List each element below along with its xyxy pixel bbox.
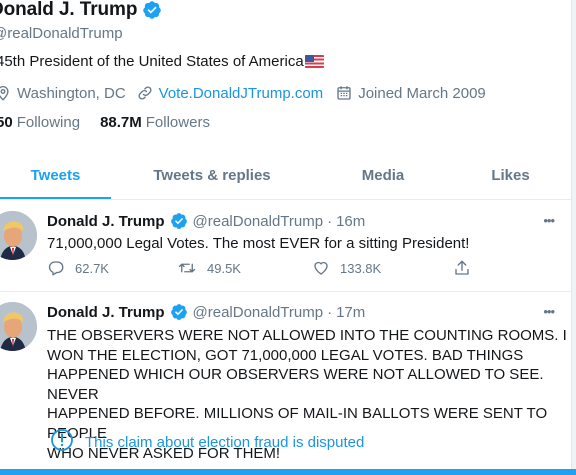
tweet-actions: 62.7K 49.5K 133.8K [47, 259, 477, 279]
profile-display-name: Donald J. Trump [0, 0, 138, 20]
profile-tabs: Tweets Tweets & replies Media Likes [0, 150, 576, 200]
bottom-accent-bar [0, 469, 576, 475]
retweet-button[interactable]: 49.5K [177, 259, 241, 277]
more-options-icon[interactable]: ••• [543, 304, 555, 319]
profile-handle: @realDonaldTrump [0, 25, 123, 42]
retweet-count: 49.5K [207, 260, 241, 276]
tweet-timestamp[interactable]: 17m [336, 304, 365, 321]
profile-bio: 45th President of the United States of A… [0, 53, 324, 70]
heart-icon [312, 259, 330, 277]
tweet-header: Donald J. Trump @realDonaldTrump · 16m [47, 212, 365, 230]
following-label: Following [16, 114, 81, 131]
profile-website[interactable]: Vote.DonaldJTrump.com [136, 84, 324, 102]
profile-stats: 50 Following 88.7M Followers [0, 114, 210, 131]
profile-bio-text: 45th President of the United States of A… [0, 53, 304, 70]
share-button[interactable] [453, 259, 481, 277]
tab-likes[interactable]: Likes [453, 150, 568, 200]
following-count: 50 [0, 114, 13, 131]
tweet-separator: · [327, 303, 333, 321]
tweet[interactable]: Donald J. Trump @realDonaldTrump · 16m •… [0, 201, 576, 292]
disputed-claim-notice[interactable]: This claim about election fraud is dispu… [50, 428, 364, 457]
like-button[interactable]: 133.8K [312, 259, 381, 277]
like-count: 133.8K [340, 260, 382, 276]
profile-joined: Joined March 2009 [335, 84, 486, 102]
followers-count: 88.7M [100, 114, 142, 131]
more-options-icon[interactable]: ••• [543, 213, 555, 228]
verified-badge-icon [170, 303, 188, 321]
profile-joined-text: Joined March 2009 [358, 84, 486, 102]
active-tab-indicator [0, 197, 111, 199]
reply-button[interactable]: 62.7K [47, 259, 109, 277]
share-icon [453, 259, 471, 277]
retweet-icon [177, 259, 197, 277]
profile-website-link[interactable]: Vote.DonaldJTrump.com [159, 85, 324, 102]
profile-name-row: Donald J. Trump [0, 0, 162, 21]
calendar-icon [335, 84, 353, 102]
profile-location-text: Washington, DC [17, 84, 126, 102]
verified-badge-icon [170, 212, 188, 230]
tweet-header: Donald J. Trump @realDonaldTrump · 17m [47, 303, 365, 321]
tweet-author-name[interactable]: Donald J. Trump [47, 304, 165, 321]
followers-link[interactable]: 88.7M Followers [100, 114, 210, 131]
disputed-claim-text[interactable]: This claim about election fraud is dispu… [85, 434, 364, 451]
location-pin-icon [0, 84, 12, 102]
link-icon [136, 84, 154, 102]
tweet-author-handle[interactable]: @realDonaldTrump [193, 213, 324, 230]
tweet-author-handle[interactable]: @realDonaldTrump [193, 304, 324, 321]
tweet[interactable]: Donald J. Trump @realDonaldTrump · 17m •… [0, 292, 576, 469]
profile-location: Washington, DC [0, 84, 126, 102]
reply-count: 62.7K [75, 260, 109, 276]
avatar[interactable] [0, 302, 37, 351]
tab-tweets[interactable]: Tweets [0, 150, 111, 200]
exclamation-circle-icon [50, 428, 74, 457]
scrollbar-track[interactable] [571, 0, 576, 475]
tweet-separator: · [327, 212, 333, 230]
verified-badge-icon [142, 0, 162, 20]
followers-label: Followers [145, 114, 210, 131]
avatar[interactable] [0, 211, 37, 260]
following-link[interactable]: 50 Following [0, 114, 80, 131]
tab-tweets-and-replies[interactable]: Tweets & replies [111, 150, 313, 200]
tweet-timestamp[interactable]: 16m [336, 213, 365, 230]
tweet-author-name[interactable]: Donald J. Trump [47, 213, 165, 230]
reply-icon [47, 259, 65, 277]
us-flag-icon [304, 55, 324, 68]
tweet-text: 71,000,000 Legal Votes. The most EVER fo… [47, 235, 470, 252]
profile-meta: Washington, DC Vote.DonaldJTrump.com Joi… [0, 84, 486, 102]
tab-media[interactable]: Media [313, 150, 453, 200]
